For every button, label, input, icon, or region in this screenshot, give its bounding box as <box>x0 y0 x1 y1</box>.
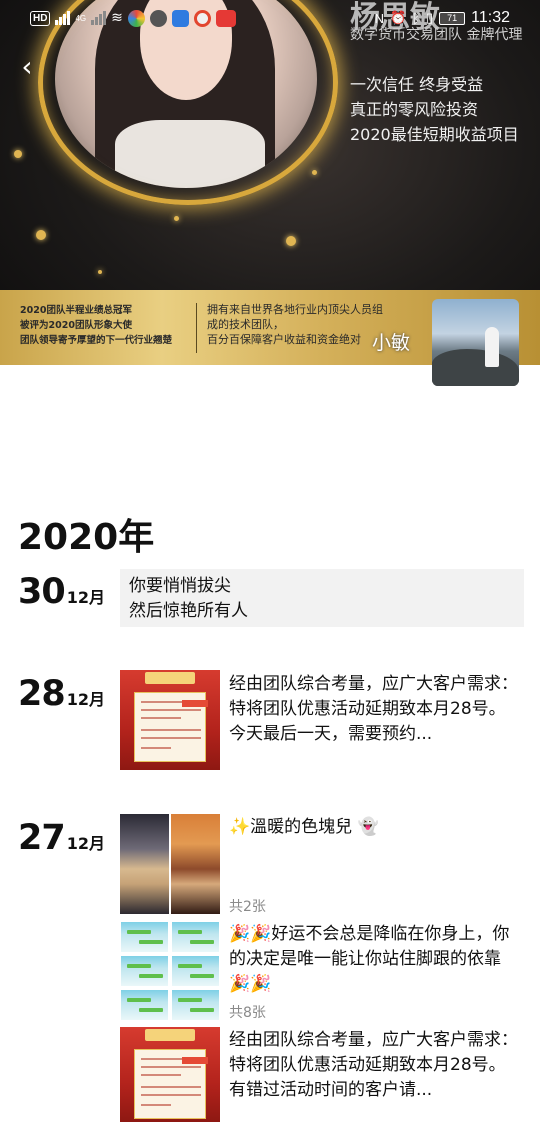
banner-line: 团队领导寄予厚望的下一代行业翘楚 <box>20 335 173 346</box>
post-date: 28 12月 <box>18 674 105 714</box>
gold-sparkle <box>14 150 22 158</box>
battery-icon: 71 <box>439 11 466 25</box>
news-app-icon <box>215 9 236 27</box>
status-right: N ⏰ ᛒ ▯ 71 11:32 <box>375 8 510 28</box>
gold-sparkle <box>36 230 46 240</box>
text-app-icon <box>171 9 189 27</box>
post-month: 12月 <box>66 834 105 853</box>
post-day: 27 <box>18 818 66 858</box>
bluetooth-icon: ᛒ <box>412 10 420 26</box>
banner-divider <box>196 303 197 353</box>
post-month: 12月 <box>66 588 105 607</box>
photo-count: 共2张 <box>229 899 266 915</box>
hd-indicator: HD <box>30 10 51 26</box>
status-left: HD 4G ≋ <box>30 8 236 28</box>
app-notification-icon <box>127 9 145 27</box>
cover-slogans: 一次信任 终身受益 真正的零风险投资 2020最佳短期收益项目 <box>350 72 519 147</box>
banner-left-text: 2020团队半程业绩总冠军 被评为2020团队形象大使 团队领导寄予厚望的下一代… <box>20 303 172 348</box>
post-thumbnail[interactable] <box>120 814 220 914</box>
banner-right-text: 拥有来自世界各地行业内顶尖人员组 成的技术团队， 百分百保障客户收益和资金绝对 <box>207 302 383 347</box>
signal-icon-secondary <box>91 11 107 25</box>
post-text[interactable]: ✨溫暖的色塊兒 👻 <box>229 815 521 840</box>
post-text[interactable]: 经由团队综合考量，应广大客户需求：特将团队优惠活动延期致本月28号。今天最后一天… <box>229 672 521 747</box>
post-day: 30 <box>18 572 66 612</box>
signal-icon <box>55 11 71 25</box>
post-date: 30 12月 <box>18 572 105 612</box>
banner-line: 拥有来自世界各地行业内顶尖人员组 <box>207 303 383 316</box>
alarm-icon: ⏰ <box>389 10 407 25</box>
banner-line: 成的技术团队， <box>207 318 284 331</box>
post-text[interactable]: 🎉🎉好运不会总是降临在你身上，你的决定是唯一能让你站住脚跟的依靠🎉🎉 <box>229 922 521 997</box>
post-thumbnail[interactable] <box>120 670 220 770</box>
wifi-icon: ≋ <box>111 10 123 26</box>
photo <box>171 814 220 914</box>
photo-count: 共8张 <box>229 1005 266 1021</box>
gold-sparkle <box>98 270 102 274</box>
post-day: 28 <box>18 674 66 714</box>
photo <box>120 814 169 914</box>
banner-line: 百分百保障客户收益和资金绝对 <box>207 333 361 346</box>
post-text-line: 你要悄悄拔尖 <box>129 576 231 596</box>
gold-sparkle <box>174 216 179 221</box>
gold-sparkle <box>286 236 296 246</box>
banner-line: 2020团队半程业绩总冠军 <box>20 305 132 316</box>
text-post[interactable]: 你要悄悄拔尖 然后惊艳所有人 <box>120 569 524 627</box>
vibrate-icon: ▯ <box>425 10 434 25</box>
avatar[interactable] <box>432 299 519 386</box>
gold-sparkle <box>312 170 317 175</box>
status-time: 11:32 <box>471 9 510 26</box>
banner-line: 被评为2020团队形象大使 <box>20 320 132 331</box>
slogan-line: 一次信任 终身受益 <box>350 75 484 94</box>
browser-icon <box>193 9 211 27</box>
post-thumbnail[interactable] <box>120 1027 220 1122</box>
post-text-line: 然后惊艳所有人 <box>129 601 248 621</box>
post-thumbnail[interactable] <box>120 921 220 1021</box>
slogan-line: 真正的零风险投资 <box>350 100 479 119</box>
nfc-icon: N <box>374 10 384 26</box>
network-type: 4G <box>75 13 87 23</box>
status-bar: HD 4G ≋ N ⏰ ᛒ ▯ 71 11:32 <box>0 0 540 34</box>
post-month: 12月 <box>66 690 105 709</box>
slogan-line: 2020最佳短期收益项目 <box>350 125 519 144</box>
profile-nickname: 小敏 <box>372 332 411 354</box>
year-heading: 2020年 <box>18 517 155 558</box>
back-arrow-icon[interactable]: ‹ <box>14 52 40 82</box>
post-text[interactable]: 经由团队综合考量，应广大客户需求：特将团队优惠活动延期致本月28号。有错过活动时… <box>229 1028 521 1103</box>
headset-icon <box>149 9 167 27</box>
post-date: 27 12月 <box>18 818 105 858</box>
